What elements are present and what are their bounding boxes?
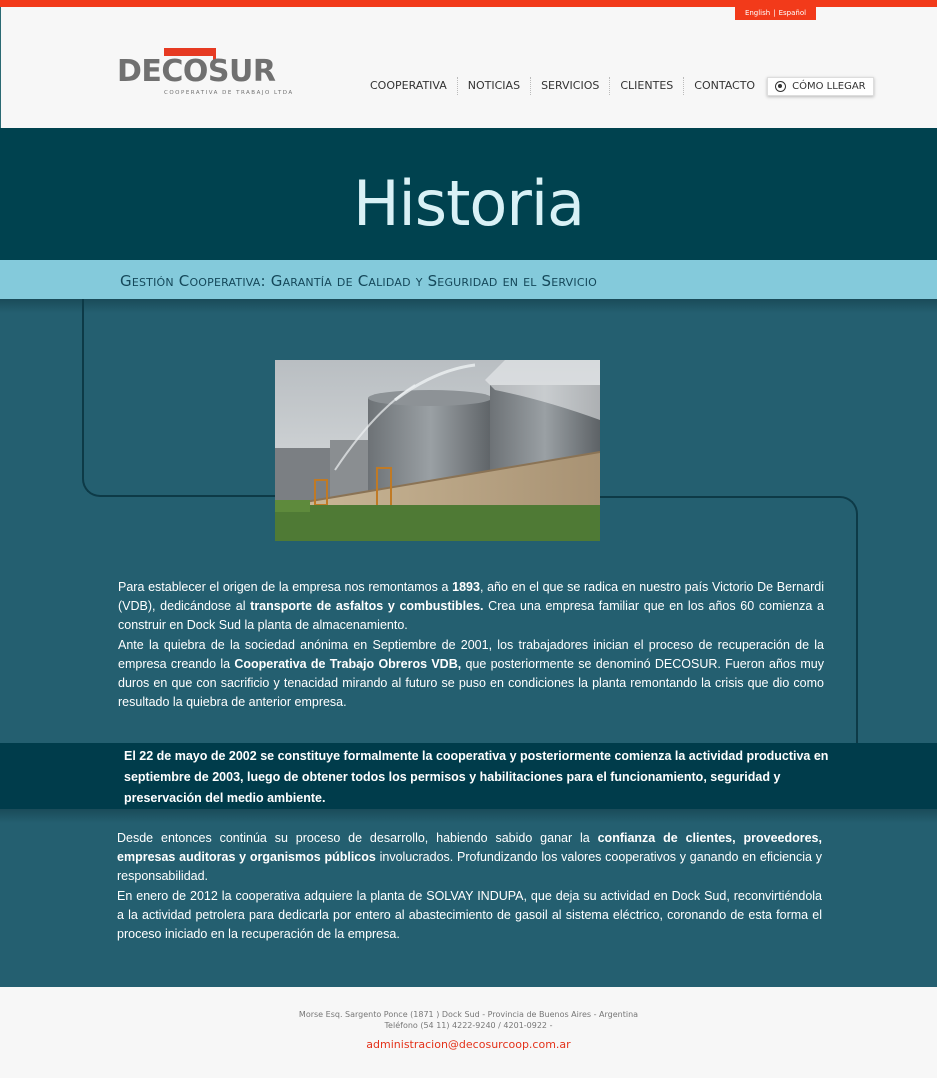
lang-spanish-link[interactable]: Español <box>779 7 806 20</box>
highlight-text: El 22 de mayo de 2002 se constituye form… <box>124 749 829 805</box>
nav-clientes[interactable]: CLIENTES <box>610 77 683 95</box>
footer-email-link[interactable]: administracion@decosurcoop.com.ar <box>0 1038 937 1051</box>
decorative-line-left <box>82 299 282 497</box>
lang-english-link[interactable]: English <box>745 7 770 20</box>
p2-cooperative-name: Cooperativa de Trabajo Obreros VDB, <box>234 656 462 671</box>
fuel-tanks-illustration <box>275 360 600 541</box>
nav-servicios[interactable]: SERVICIOS <box>531 77 609 95</box>
p1-year: 1893 <box>452 580 480 594</box>
page-subtitle: Gestión Cooperativa: Garantía de Calidad… <box>120 272 598 290</box>
decosur-logo[interactable]: DECOSUR COOPERATIVA DE TRABAJO LTDA <box>117 42 292 102</box>
highlight-band: El 22 de mayo de 2002 se constituye form… <box>0 743 937 809</box>
footer-phone: Teléfono (54 11) 4222-9240 / 4201-0922 - <box>384 1021 553 1030</box>
paragraph-recovery: Ante la quiebra de la sociedad anónima e… <box>118 636 824 713</box>
p1-activity: transporte de asfaltos y combustibles. <box>250 599 484 614</box>
paragraph-origin: Para establecer el origen de la empresa … <box>118 578 824 636</box>
logo-tagline: COOPERATIVA DE TRABAJO LTDA <box>164 90 294 96</box>
nav-cooperativa[interactable]: COOPERATIVA <box>360 77 457 95</box>
como-llegar-label: CÓMO LLEGAR <box>792 80 866 92</box>
logo-wordmark: DECOSUR <box>117 54 276 89</box>
hero-banner: Historia <box>0 128 937 260</box>
footer-address: Morse Esq. Sargento Ponce (1871 ) Dock S… <box>298 1010 639 1019</box>
history-intro-text: Para establecer el origen de la empresa … <box>118 578 824 712</box>
lang-separator: | <box>773 9 776 17</box>
globe-icon <box>775 80 787 92</box>
history-continuation-text: Desde entonces continúa su proceso de de… <box>117 829 822 944</box>
paragraph-solvay: En enero de 2012 la cooperativa adquiere… <box>117 888 822 942</box>
como-llegar-button[interactable]: CÓMO LLEGAR <box>767 76 874 96</box>
p3-text-a: Desde entonces continúa su proceso de de… <box>117 831 598 845</box>
footer-address-block: Morse Esq. Sargento Ponce (1871 ) Dock S… <box>0 1009 937 1031</box>
footer: Morse Esq. Sargento Ponce (1871 ) Dock S… <box>0 987 937 1078</box>
p1-text-a: Para establecer el origen de la empresa … <box>118 580 453 594</box>
subtitle-bar: Gestión Cooperativa: Garantía de Calidad… <box>0 260 937 299</box>
top-accent-bar <box>0 0 937 7</box>
nav-contacto[interactable]: CONTACTO <box>684 77 765 95</box>
fuel-tanks-photo <box>275 360 600 541</box>
language-switcher: English | Español <box>735 7 816 20</box>
band-shadow <box>0 809 937 823</box>
main-nav: COOPERATIVA NOTICIAS SERVICIOS CLIENTES … <box>360 76 874 96</box>
page-title: Historia <box>352 167 585 240</box>
paragraph-development: Desde entonces continúa su proceso de de… <box>117 829 822 887</box>
nav-noticias[interactable]: NOTICIAS <box>458 77 530 95</box>
